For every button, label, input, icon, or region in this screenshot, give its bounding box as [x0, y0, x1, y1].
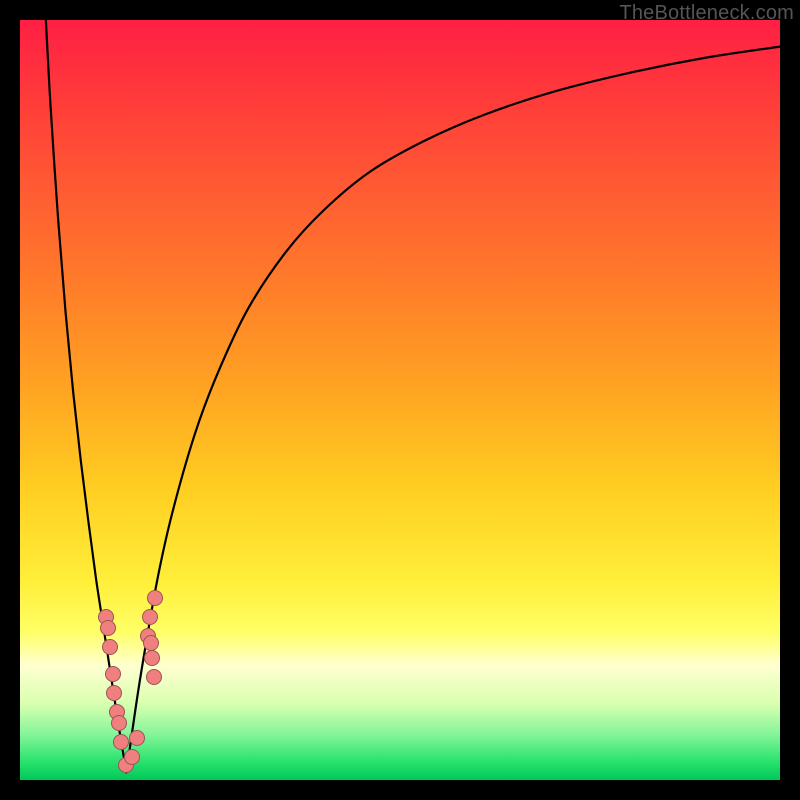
- data-point-marker: [102, 639, 118, 655]
- right-branch-path: [126, 47, 780, 773]
- plot-area: [20, 20, 780, 780]
- data-point-marker: [129, 730, 145, 746]
- data-point-marker: [113, 734, 129, 750]
- data-point-marker: [143, 635, 159, 651]
- data-point-marker: [100, 620, 116, 636]
- chart-frame: TheBottleneck.com: [0, 0, 800, 800]
- data-point-marker: [105, 666, 121, 682]
- left-branch-path: [46, 20, 127, 772]
- curve-layer: [20, 20, 780, 780]
- data-point-marker: [124, 749, 140, 765]
- data-point-marker: [147, 590, 163, 606]
- data-point-marker: [142, 609, 158, 625]
- data-point-marker: [144, 650, 160, 666]
- watermark-text: TheBottleneck.com: [619, 2, 794, 25]
- data-point-marker: [146, 669, 162, 685]
- data-point-marker: [111, 715, 127, 731]
- data-point-marker: [106, 685, 122, 701]
